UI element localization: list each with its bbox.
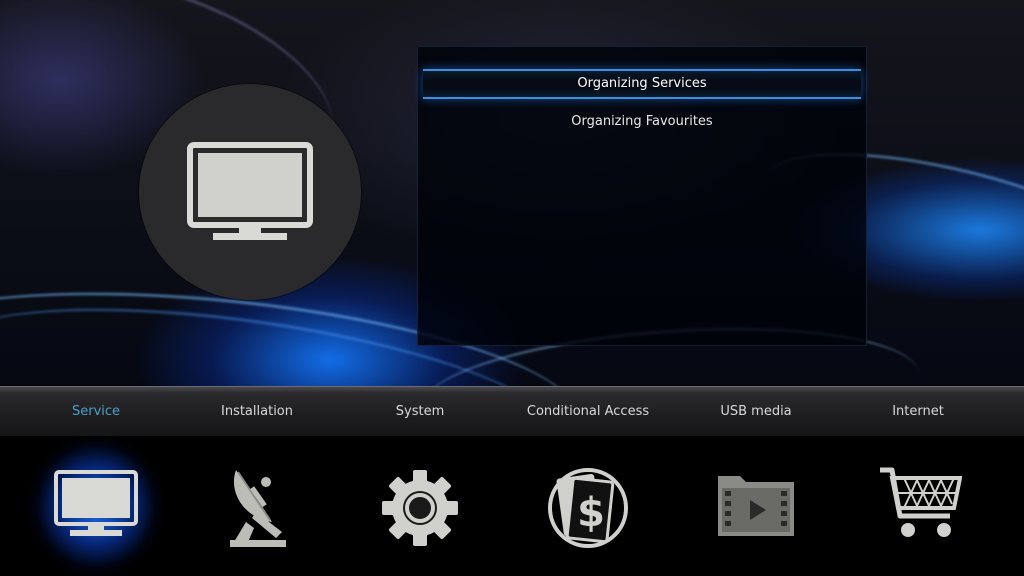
shopping-cart-icon[interactable] <box>878 466 962 542</box>
satellite-dish-icon[interactable] <box>226 466 292 548</box>
tab-system[interactable]: System <box>396 387 444 437</box>
tab-installation[interactable]: Installation <box>221 387 293 437</box>
svg-text:$: $ <box>577 490 605 536</box>
tv-icon <box>187 142 313 240</box>
gear-icon[interactable] <box>380 468 460 548</box>
tab-conditional-access[interactable]: Conditional Access <box>527 387 649 437</box>
video-folder-icon[interactable] <box>716 470 796 538</box>
submenu-item-organizing-favourites[interactable]: Organizing Favourites <box>418 109 866 135</box>
tab-usb-media[interactable]: USB media <box>720 387 791 437</box>
submenu-item-organizing-services[interactable]: Organizing Services <box>423 69 861 99</box>
hero-service-icon-circle <box>139 84 361 300</box>
tv-icon[interactable] <box>54 470 138 538</box>
main-menu-tabbar: Service Installation System Conditional … <box>0 386 1024 437</box>
submenu-panel: Organizing Services Organizing Favourite… <box>417 46 867 346</box>
dollar-cards-icon[interactable]: $ <box>546 468 630 548</box>
tab-internet[interactable]: Internet <box>892 387 944 437</box>
tab-service[interactable]: Service <box>72 387 120 437</box>
main-menu-iconbar: $ <box>0 436 1024 576</box>
